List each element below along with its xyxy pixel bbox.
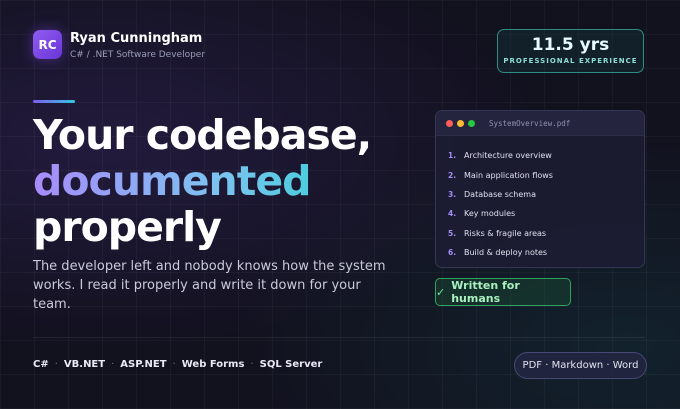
toc-item: 4. Key modules <box>448 204 644 223</box>
window-titlebar: SystemOverview.pdf <box>436 111 644 136</box>
toc-item-number: 4. <box>448 209 457 219</box>
experience-badge: 11.5 yrs PROFESSIONAL EXPERIENCE <box>497 29 644 73</box>
close-dot-icon <box>446 119 453 127</box>
tech-item: ASP.NET <box>120 359 167 370</box>
tech-stack: C# · VB.NET · ASP.NET · Web Forms · SQL … <box>33 359 322 370</box>
profile-role: C# / .NET Software Developer <box>70 50 206 60</box>
toc-item-number: 2. <box>448 170 457 180</box>
experience-value: 11.5 yrs <box>531 35 610 55</box>
tech-item: VB.NET <box>63 359 106 370</box>
formats-pill: PDF · Markdown · Word <box>514 352 647 379</box>
toc-item-label: Main application flows <box>464 170 553 180</box>
toc-item-label: Risks & fragile areas <box>464 228 547 238</box>
logo-avatar: RC <box>33 30 62 59</box>
toc-item-label: Architecture overview <box>464 151 552 161</box>
toc-item-number: 5. <box>448 228 457 238</box>
toc-item-number: 1. <box>448 151 457 161</box>
headline-line-1: Your codebase, <box>33 111 372 159</box>
headline: Your codebase, documented properly <box>33 111 372 251</box>
toc-item-number: 3. <box>448 189 457 199</box>
maximize-dot-icon <box>468 119 475 127</box>
check-icon: ✓ <box>436 285 446 299</box>
table-of-contents: 1. Architecture overview 2. Main applicati… <box>436 136 644 262</box>
toc-item: 2. Main application flows <box>448 165 644 184</box>
badge-label: Written for humans <box>451 279 520 305</box>
toc-item-label: Database schema <box>464 189 536 199</box>
tech-item: C# <box>33 359 49 370</box>
toc-item-label: Build & deploy notes <box>464 248 548 258</box>
toc-item: 1. Architecture overview <box>448 146 644 165</box>
window-file-name: SystemOverview.pdf <box>489 118 571 128</box>
tech-separator: · <box>111 359 115 370</box>
subtitle: The developer left and nobody knows how … <box>33 259 386 312</box>
headline-line-3: properly <box>33 203 222 251</box>
tech-item: SQL Server <box>259 359 323 370</box>
toc-item: 5. Risks & fragile areas <box>448 224 644 243</box>
tech-separator: · <box>250 359 254 370</box>
toc-item: 6. Build & deploy notes <box>448 243 644 262</box>
minimize-dot-icon <box>457 119 464 127</box>
divider <box>33 337 645 338</box>
toc-item: 3. Database schema <box>448 185 644 204</box>
tech-separator: · <box>54 359 58 370</box>
profile-name: Ryan Cunningham <box>70 31 203 46</box>
headline-line-2: documented <box>33 158 371 204</box>
toc-item-label: Key modules <box>464 209 516 219</box>
tech-item: Web Forms <box>181 359 245 370</box>
written-for-humans-badge: ✓ Written for humans <box>435 278 571 306</box>
accent-bar <box>33 100 75 103</box>
experience-label: PROFESSIONAL EXPERIENCE <box>503 57 638 65</box>
tech-separator: · <box>172 359 176 370</box>
logo-initials: RC <box>38 37 57 52</box>
toc-item-number: 6. <box>448 248 457 258</box>
document-window: SystemOverview.pdf 1. Architecture overvi… <box>435 110 645 268</box>
